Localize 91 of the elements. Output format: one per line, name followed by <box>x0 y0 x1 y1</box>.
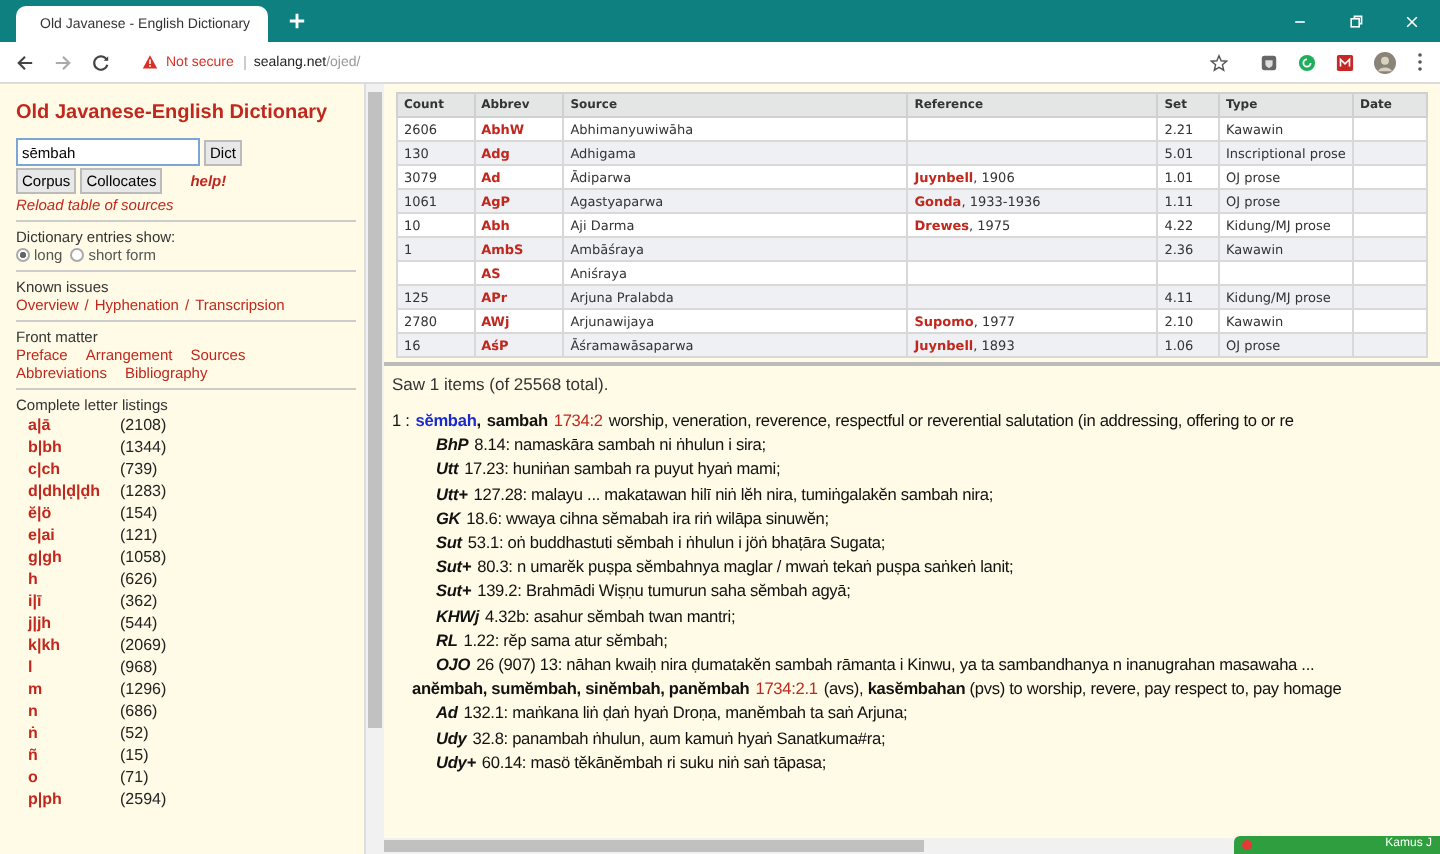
headword: sĕmbah <box>415 408 477 433</box>
entry-index: 1 : <box>392 408 410 433</box>
citation-text: 8.14: namaskāra sambah ni ṅhulun i sira; <box>474 432 766 457</box>
refresh-circle-icon[interactable] <box>1298 53 1316 71</box>
letter-link[interactable]: p|ph <box>28 788 120 810</box>
letter-link[interactable]: h <box>28 568 120 590</box>
citation-source: Sut+ <box>436 554 472 579</box>
citation-source: Ad <box>436 700 458 726</box>
radio-button[interactable] <box>16 248 30 262</box>
letter-link[interactable]: o <box>28 766 120 788</box>
citation-source: KHWj <box>436 603 480 628</box>
app-icon <box>1242 840 1252 850</box>
avatar-icon[interactable] <box>1374 51 1396 73</box>
citation-source: GK <box>436 505 461 531</box>
letter-link[interactable]: n <box>28 700 120 722</box>
letter-count: (1296) <box>120 678 167 700</box>
letter-count: (52) <box>120 722 149 744</box>
radio-button[interactable] <box>70 248 85 262</box>
letter-count: (154) <box>120 502 158 524</box>
citation-text: 139.2: Brahmādi Wiṣṇu tumurun saha sĕmbah agyā; <box>477 578 851 604</box>
citation-source: Sut <box>436 530 462 555</box>
letter-count: (968) <box>120 656 158 678</box>
star-icon[interactable] <box>1210 53 1228 71</box>
shield-icon[interactable] <box>1260 53 1278 71</box>
citation-source: Utt+ <box>436 481 468 506</box>
letter-count: (1283) <box>120 480 167 502</box>
letter-link[interactable]: g|gh <box>28 546 120 568</box>
close-icon[interactable] <box>1404 13 1420 29</box>
letter-count: (739) <box>120 458 158 480</box>
letter-count: (2594) <box>120 788 167 810</box>
scrollbar-thumb[interactable] <box>368 92 382 728</box>
letter-link[interactable]: d|dh|ḍ|ḍh <box>28 480 120 502</box>
letter-link[interactable]: ĕ|ö <box>28 502 120 524</box>
dictionary-title: Old Javanese-English Dictionary <box>16 102 330 124</box>
letter-link[interactable]: c|ch <box>28 458 120 480</box>
letter-link[interactable]: ṅ <box>28 722 120 744</box>
letter-count: (2108) <box>120 414 167 436</box>
citation-source: Udy+ <box>436 749 476 775</box>
letter-count: (71) <box>120 766 149 788</box>
letter-link[interactable]: b|bh <box>28 436 120 458</box>
letter-count: (15) <box>120 744 149 766</box>
citation-text: 18.6: wwaya cihna sĕmabah ira riṅ wilāpa sinuwĕn; <box>466 505 829 531</box>
headword: sambah <box>486 408 548 433</box>
entry-number: 1734:2 <box>553 408 603 433</box>
citation-text: 1.22: rĕp sama atur sĕmbah; <box>463 627 668 653</box>
citation-text: 53.1: oṅ buddhastuti sĕmbah i ṅhulun i jöṅ bhaṭāra Sugata; <box>467 530 885 555</box>
letter-count: (626) <box>120 568 158 590</box>
new-tab-icon[interactable] <box>288 12 306 30</box>
letter-link[interactable]: j|jh <box>28 612 120 634</box>
headword-separator: , <box>476 408 481 433</box>
restore-icon[interactable] <box>1348 13 1364 29</box>
letter-link[interactable]: l <box>28 656 120 678</box>
citation-text: 4.32b: asahur sĕmbah twan mantri; <box>485 603 736 628</box>
back-icon[interactable] <box>16 53 34 71</box>
reload-icon[interactable] <box>92 53 110 71</box>
letter-count: (1344) <box>120 436 167 458</box>
letter-link[interactable]: k|kh <box>28 634 120 656</box>
warning-icon <box>142 54 158 70</box>
letter-link[interactable]: m <box>28 678 120 700</box>
citation-source: Udy <box>436 725 467 750</box>
results-summary: Saw 1 items (of 25568 total). <box>392 374 611 394</box>
menu-icon[interactable] <box>1416 52 1424 72</box>
letter-count: (362) <box>120 590 158 612</box>
headword: anĕmbah, sumĕmbah, sinĕmbah, panĕmbah <box>412 676 750 701</box>
citation-text: 32.8: panambah ṅhulun, aum kamuṅ hyaṅ Sanatkuma#ra; <box>472 725 886 750</box>
letter-count: (2069) <box>120 634 167 656</box>
citation-source: Sut+ <box>436 578 472 604</box>
extension-icon[interactable] <box>1336 53 1354 71</box>
scrollbar[interactable] <box>366 84 384 854</box>
letter-count: (1058) <box>120 546 167 568</box>
citation-text: 80.3: n umarĕk puṣpa sĕmbahnya maglar / mwaṅ tekaṅ puṣpa saṅkeṅ lanit; <box>477 554 1014 579</box>
letter-count: (686) <box>120 700 158 722</box>
citation-text: 26 (907) 13: nāhan kwaiḥ nira ḍumatakĕn sambah rāmanta i Kinwu, ya ta sambandhanya n inanugrahan masawaha ... <box>476 652 1315 677</box>
entry-number: 1734:2.1 <box>755 676 818 701</box>
letter-count: (544) <box>120 612 158 634</box>
citation-source: Utt <box>436 456 459 482</box>
citation-text: 17.23: huniṅan sambah ra puyut hyaṅ mami; <box>464 456 781 482</box>
definition-text: worship, veneration, reverence, respectful or reverential salutation (in addressing, offering to or re <box>608 408 1294 433</box>
letter-link[interactable]: e|ai <box>28 524 120 546</box>
letter-link[interactable]: ñ <box>28 744 120 766</box>
letter-link[interactable]: a|ā <box>28 414 120 436</box>
citation-text: 127.28: malayu ... makatawan hilī niṅ lĕh nira, tumiṅgalakĕn sambah nira; <box>473 481 994 506</box>
citation-source: OJO <box>436 652 471 677</box>
scrollbar-thumb[interactable] <box>384 840 924 852</box>
letter-count: (121) <box>120 524 158 546</box>
letter-link[interactable]: i|ī <box>28 590 120 612</box>
citation-source: BhP <box>436 432 469 457</box>
citation-source: RL <box>436 627 458 653</box>
citation-text: 60.14: masö tĕkānĕmbah ri suku niṅ saṅ tāpasa; <box>481 749 826 775</box>
definition-text: (avs), kasĕmbahan (pvs) to worship, revere, pay respect to, pay homage <box>823 676 1342 701</box>
citation-text: 132.1: maṅkana liṅ ḍaṅ hyaṅ Droṇa, manĕmbah ta saṅ Arjuna; <box>463 700 908 726</box>
